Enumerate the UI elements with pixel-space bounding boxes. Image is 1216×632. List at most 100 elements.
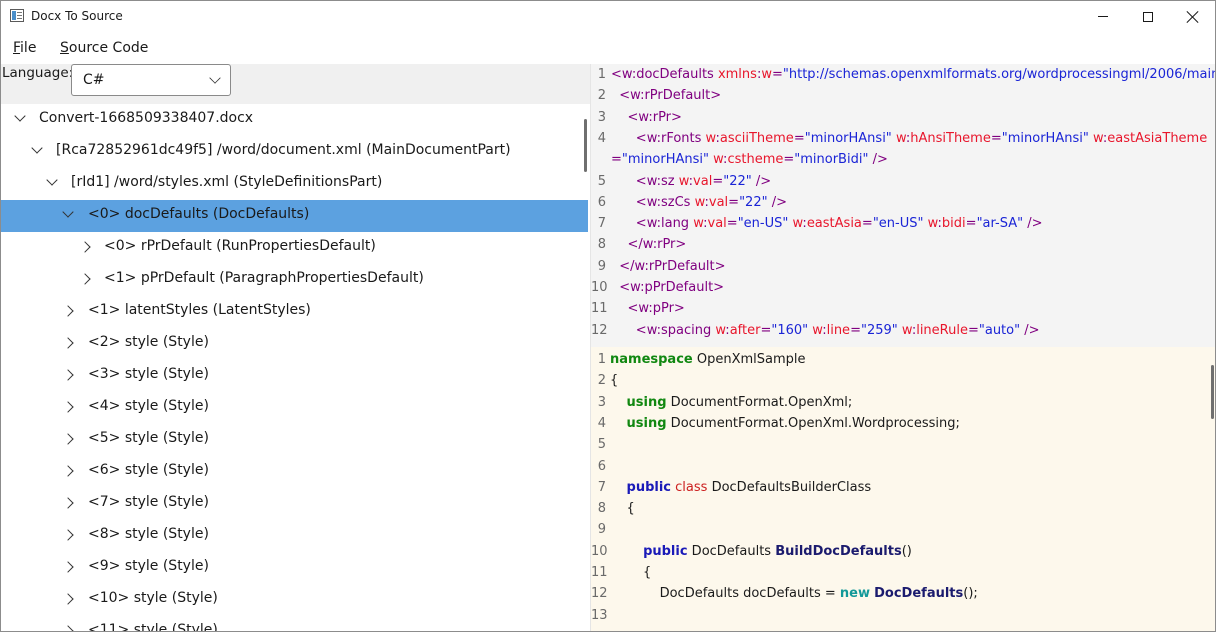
code-token: () — [901, 543, 912, 559]
code-token: "minorHAnsi" — [1001, 130, 1089, 146]
document-tree[interactable]: Convert-1668509338407.docx [Rca72852961dc… — [1, 104, 590, 632]
tree-node-label: <11> style (Style) — [88, 622, 218, 632]
code-line: 6 — [591, 456, 1215, 477]
expand-right-icon[interactable] — [62, 369, 74, 381]
code-line: 9 </w:rPrDefault> — [591, 256, 1215, 277]
line-number: 7 — [597, 479, 606, 495]
tree-node[interactable]: <6> style (Style) — [1, 456, 588, 488]
tree-node[interactable]: <1> pPrDefault (ParagraphPropertiesDefau… — [1, 264, 588, 296]
maximize-icon — [1143, 11, 1153, 22]
maximize-button[interactable] — [1125, 1, 1171, 32]
code-text: <w:rPr> — [611, 110, 682, 125]
expand-right-icon[interactable] — [79, 241, 91, 253]
tree-node[interactable]: <0> rPrDefault (RunPropertiesDefault) — [1, 232, 588, 264]
expand-right-icon[interactable] — [62, 433, 74, 445]
line-number: 11 — [591, 301, 608, 317]
expand-right-icon[interactable] — [62, 465, 74, 477]
csharp-view[interactable]: 1 namespace OpenXmlSample 2{3 using Docume… — [591, 347, 1215, 631]
language-select[interactable]: C# — [71, 64, 231, 96]
tree-node-label: <0> rPrDefault (RunPropertiesDefault) — [104, 238, 376, 254]
expand-right-icon[interactable] — [62, 401, 74, 413]
menu-source-code[interactable]: Source Code — [60, 40, 148, 56]
code-token: /> — [767, 194, 787, 210]
code-token: w — [792, 216, 803, 232]
tree-node[interactable]: [rId1] /word/styles.xml (StyleDefinition… — [1, 168, 588, 200]
code-text: <w:rFonts w:asciiTheme="minorHAnsi" w:hA… — [611, 131, 1207, 146]
tree-node[interactable]: <4> style (Style) — [1, 392, 588, 424]
code-line: 4 <w:rFonts w:asciiTheme="minorHAnsi" w:… — [591, 128, 1215, 149]
code-token: val — [693, 173, 713, 189]
tree-node[interactable]: <5> style (Style) — [1, 424, 588, 456]
tree-node-label: <5> style (Style) — [88, 430, 209, 446]
code-token: <w:docDefaults — [611, 67, 718, 82]
code-token: { — [610, 565, 652, 580]
code-token: <w:pPrDefault> — [619, 280, 725, 295]
code-text: </w:rPrDefault> — [611, 259, 725, 274]
code-token: OpenXmlSample — [692, 352, 806, 367]
code-token: "160" — [771, 322, 809, 338]
expand-right-icon[interactable] — [62, 561, 74, 573]
line-number: 4 — [597, 130, 606, 146]
code-token: <w:lang — [635, 216, 694, 232]
tree-node-label: <10> style (Style) — [88, 590, 218, 606]
code-text: <w:sz w:val="22" /> — [611, 174, 771, 189]
expand-right-icon[interactable] — [62, 593, 74, 605]
chevron-down-icon — [209, 72, 221, 84]
expand-right-icon[interactable] — [62, 305, 74, 317]
tree-node[interactable]: <8> style (Style) — [1, 520, 588, 552]
code-line: 3 using DocumentFormat.OpenXml; — [591, 392, 1215, 413]
tree-node[interactable]: <9> style (Style) — [1, 552, 588, 584]
code-line: 7 <w:lang w:val="en-US" w:eastAsia="en-U… — [591, 213, 1215, 234]
tree-node[interactable]: <7> style (Style) — [1, 488, 588, 520]
code-token: = — [783, 152, 795, 168]
code-token: "259" — [860, 322, 898, 338]
code-line: 12 DocDefaults docDefaults = new DocDefa… — [591, 583, 1215, 604]
menu-file[interactable]: File — [13, 40, 36, 56]
tree-node[interactable]: <0> docDefaults (DocDefaults) — [1, 200, 588, 232]
expand-down-icon[interactable] — [46, 174, 58, 186]
code-token: "minorHAnsi" — [621, 152, 709, 168]
expand-right-icon[interactable] — [62, 625, 74, 631]
xml-view[interactable]: 1 <w:docDefaults xmlns:w="http://schemas.… — [591, 64, 1215, 347]
code-token: xmlns — [717, 67, 757, 82]
line-number: 13 — [591, 607, 608, 623]
tree-node-label: <4> style (Style) — [88, 398, 209, 414]
code-token: w — [812, 322, 823, 338]
code-text: { — [610, 501, 635, 516]
tree-node[interactable]: [Rca72852961dc49f5] /word/document.xml (… — [1, 136, 588, 168]
code-text: <w:pPr> — [611, 301, 685, 316]
code-token: DocDefaults docDefaults = — [610, 586, 840, 602]
tree-node[interactable]: <10> style (Style) — [1, 584, 588, 616]
code-line: 2 <w:rPrDefault> — [591, 85, 1215, 106]
code-token: "en-US" — [872, 216, 924, 232]
code-token: lineRule — [916, 322, 968, 338]
minimize-button[interactable] — [1080, 1, 1126, 32]
code-token: BuildDocDefaults — [775, 543, 902, 559]
tree-node[interactable]: <11> style (Style) — [1, 616, 588, 632]
expand-right-icon[interactable] — [62, 529, 74, 541]
code-line: 5 <w:sz w:val="22" /> — [591, 171, 1215, 192]
tree-node-label: <1> latentStyles (LatentStyles) — [88, 302, 311, 318]
code-token: <w:szCs — [635, 194, 695, 210]
tree-node-label: [Rca72852961dc49f5] /word/document.xml (… — [56, 142, 511, 158]
tree-node[interactable]: <2> style (Style) — [1, 328, 588, 360]
tree-node[interactable]: Convert-1668509338407.docx — [1, 104, 588, 136]
expand-right-icon[interactable] — [62, 497, 74, 509]
tree-scrollbar[interactable] — [584, 119, 587, 172]
line-number: 5 — [597, 437, 606, 453]
expand-down-icon[interactable] — [14, 110, 26, 122]
code-token: cstheme — [727, 152, 784, 168]
expand-right-icon[interactable] — [62, 337, 74, 349]
tree-node[interactable]: <3> style (Style) — [1, 360, 588, 392]
code-scrollbar[interactable] — [1211, 365, 1214, 419]
close-button[interactable] — [1170, 1, 1215, 32]
code-text: <w:docDefaults xmlns:w="http://schemas.o… — [611, 67, 1215, 82]
tree-node[interactable]: <1> latentStyles (LatentStyles) — [1, 296, 588, 328]
menu-source-mnemonic: S — [60, 40, 69, 56]
expand-right-icon[interactable] — [79, 273, 91, 285]
code-token: = — [728, 194, 740, 210]
code-token: </w:rPr> — [627, 237, 687, 253]
language-selected-value: C# — [83, 72, 105, 88]
expand-down-icon[interactable] — [62, 206, 74, 218]
expand-down-icon[interactable] — [31, 142, 43, 154]
